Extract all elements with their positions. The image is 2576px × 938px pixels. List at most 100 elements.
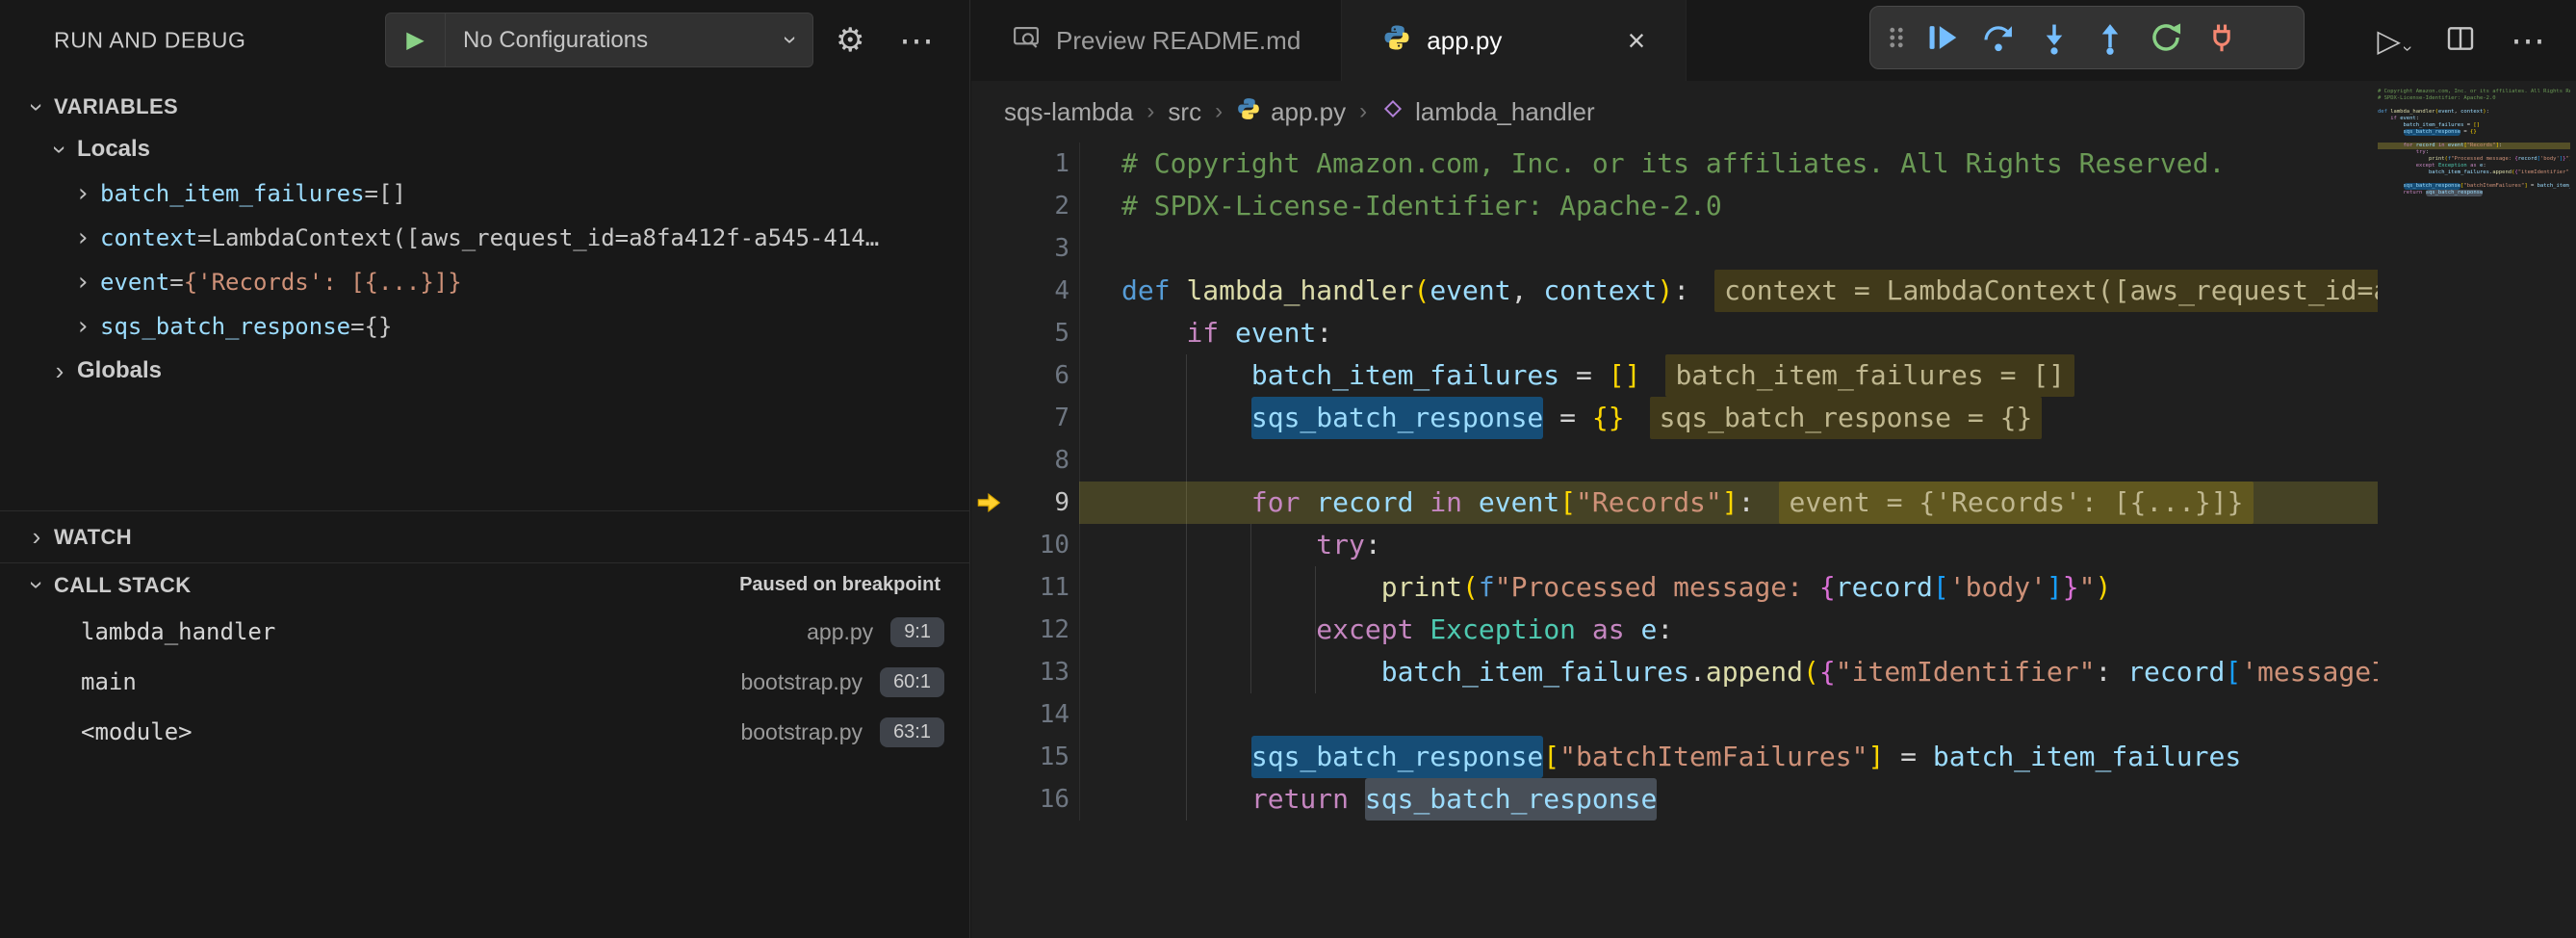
code-line[interactable]: 15 sqs_batch_response["batchItemFailures… (971, 736, 2378, 778)
callstack-frame[interactable]: lambda_handlerapp.py9:1 (0, 607, 969, 657)
glyph-margin[interactable] (971, 693, 1006, 736)
variables-section-header[interactable]: › VARIABLES (0, 85, 969, 129)
step-out-button[interactable] (2082, 11, 2138, 65)
variable-name: sqs_batch_response (100, 313, 350, 340)
glyph-margin[interactable] (971, 227, 1006, 270)
glyph-margin[interactable] (971, 354, 1006, 397)
more-actions-icon[interactable]: ⋯ (2511, 20, 2545, 61)
glyph-margin[interactable] (971, 609, 1006, 651)
minimap-line: if event: (2378, 116, 2570, 122)
equals-sign: = (169, 269, 183, 296)
code-line[interactable]: 11 print(f"Processed message: {record['b… (971, 566, 2378, 609)
line-number[interactable]: 5 (1006, 312, 1069, 354)
more-actions-icon[interactable]: ⋯ (899, 20, 934, 61)
breadcrumb-item[interactable]: lambda_handler (1380, 96, 1594, 128)
disconnect-button[interactable] (2194, 11, 2250, 65)
glyph-margin[interactable] (971, 185, 1006, 227)
code-editor[interactable]: 1# Copyright Amazon.com, Inc. or its aff… (971, 143, 2378, 938)
callstack-frame[interactable]: mainbootstrap.py60:1 (0, 657, 969, 707)
code-line[interactable]: 7 sqs_batch_response = {}sqs_batch_respo… (971, 397, 2378, 439)
glyph-margin[interactable] (971, 439, 1006, 482)
glyph-margin[interactable] (971, 736, 1006, 778)
line-number[interactable]: 12 (1006, 609, 1069, 651)
breadcrumb-item[interactable]: src (1168, 97, 1201, 127)
step-into-button[interactable] (2026, 11, 2082, 65)
run-python-file-button[interactable]: ▷ › (2377, 22, 2410, 59)
globals-label: Globals (77, 357, 162, 384)
line-number[interactable]: 13 (1006, 651, 1069, 693)
minimap-line (2378, 136, 2570, 143)
line-number[interactable]: 1 (1006, 143, 1069, 185)
restart-button[interactable] (2138, 11, 2194, 65)
editor-group: Preview README.md app.py × ▷ › ⋯ (971, 0, 2576, 938)
gear-icon[interactable]: ⚙ (836, 21, 864, 60)
locals-scope-row[interactable]: › Locals (0, 127, 969, 171)
debug-toolbar (1869, 6, 2305, 69)
start-debugging-icon[interactable]: ▶ (386, 13, 446, 66)
code-line[interactable]: 8 (971, 439, 2378, 482)
line-number[interactable]: 14 (1006, 693, 1069, 736)
glyph-margin[interactable] (971, 143, 1006, 185)
minimap-line: batch_item_failures.append({"itemIdentif… (2378, 169, 2570, 176)
code-line[interactable]: 6 batch_item_failures = []batch_item_fai… (971, 354, 2378, 397)
close-icon[interactable]: × (1605, 23, 1646, 59)
code-line[interactable]: 10 try: (971, 524, 2378, 566)
chevron-right-icon: › (1359, 98, 1367, 125)
code-line[interactable]: 16 return sqs_batch_response (971, 778, 2378, 821)
continue-button[interactable] (1915, 11, 1971, 65)
chevron-right-icon: › (19, 522, 54, 552)
line-number[interactable]: 16 (1006, 778, 1069, 821)
markdown-preview-icon (1012, 23, 1041, 59)
line-number[interactable]: 9 (1006, 482, 1069, 524)
line-number[interactable]: 3 (1006, 227, 1069, 270)
debug-config-dropdown[interactable]: ▶ No Configurations › (385, 13, 813, 67)
code-line[interactable]: 3 (971, 227, 2378, 270)
code-line[interactable]: 9 for record in event["Records"]:event =… (971, 482, 2378, 524)
run-icon: ▷ (2377, 22, 2401, 59)
breadcrumb-item[interactable]: sqs-lambda (1004, 97, 1133, 127)
variable-row[interactable]: ›event = {'Records': [{...}]} (0, 260, 969, 304)
line-number[interactable]: 4 (1006, 270, 1069, 312)
glyph-margin[interactable] (971, 270, 1006, 312)
debug-inline-value: sqs_batch_response = {} (1650, 397, 2043, 439)
tab-label: Preview README.md (1056, 26, 1301, 56)
line-number[interactable]: 15 (1006, 736, 1069, 778)
glyph-margin[interactable] (971, 397, 1006, 439)
line-number[interactable]: 10 (1006, 524, 1069, 566)
python-icon (1382, 23, 1411, 59)
code-line[interactable]: 4def lambda_handler(event, context):cont… (971, 270, 2378, 312)
code-line[interactable]: 1# Copyright Amazon.com, Inc. or its aff… (971, 143, 2378, 185)
variable-row[interactable]: ›context = LambdaContext([aws_request_id… (0, 216, 969, 260)
line-number[interactable]: 2 (1006, 185, 1069, 227)
toolbar-drag-handle[interactable] (1878, 11, 1915, 65)
line-number[interactable]: 11 (1006, 566, 1069, 609)
code-line[interactable]: 5 if event: (971, 312, 2378, 354)
variable-row[interactable]: ›batch_item_failures = [] (0, 171, 969, 216)
variable-row[interactable]: ›sqs_batch_response = {} (0, 304, 969, 349)
glyph-margin[interactable] (971, 778, 1006, 821)
tab-app-py[interactable]: app.py × (1342, 0, 1687, 81)
line-number[interactable]: 6 (1006, 354, 1069, 397)
code-line[interactable]: 13 batch_item_failures.append({"itemIden… (971, 651, 2378, 693)
callstack-section-header[interactable]: › CALL STACK Paused on breakpoint (0, 562, 969, 607)
glyph-margin[interactable] (971, 566, 1006, 609)
split-editor-button[interactable] (2445, 23, 2476, 59)
callstack-frame[interactable]: <module>bootstrap.py63:1 (0, 707, 969, 757)
step-over-button[interactable] (1971, 11, 2026, 65)
glyph-margin[interactable] (971, 312, 1006, 354)
debug-current-line-arrow-icon[interactable] (971, 482, 1006, 524)
minimap-line (2378, 176, 2570, 183)
code-line[interactable]: 14 (971, 693, 2378, 736)
line-number[interactable]: 8 (1006, 439, 1069, 482)
minimap[interactable]: # Copyright Amazon.com, Inc. or its affi… (2378, 89, 2570, 801)
glyph-margin[interactable] (971, 524, 1006, 566)
watch-section-header[interactable]: › WATCH (0, 510, 969, 562)
line-number[interactable]: 7 (1006, 397, 1069, 439)
equals-sign: = (365, 180, 378, 207)
breadcrumb-item[interactable]: app.py (1236, 96, 1346, 128)
globals-scope-row[interactable]: › Globals (0, 349, 969, 393)
code-line[interactable]: 12 except Exception as e: (971, 609, 2378, 651)
tab-preview-readme[interactable]: Preview README.md (971, 0, 1342, 81)
glyph-margin[interactable] (971, 651, 1006, 693)
code-line[interactable]: 2# SPDX-License-Identifier: Apache-2.0 (971, 185, 2378, 227)
